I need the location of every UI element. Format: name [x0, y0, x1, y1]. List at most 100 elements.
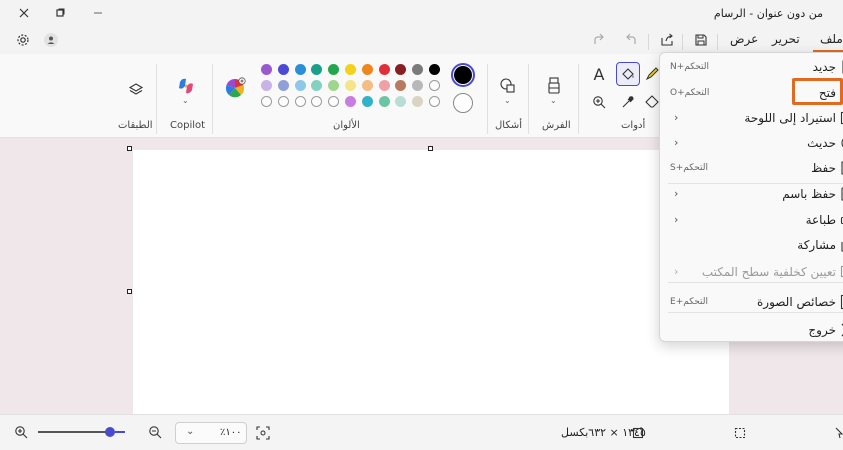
window-title: من دون عنوان - الرسام	[713, 7, 823, 20]
shapes-button[interactable]	[496, 74, 520, 98]
chevron-down-icon[interactable]: ⌄	[182, 96, 189, 105]
gear-icon	[17, 34, 29, 46]
zoom-slider-thumb[interactable]	[105, 427, 115, 437]
color-swatch[interactable]	[294, 64, 306, 75]
selection-size-icon	[734, 427, 746, 439]
shapes-group-label: أشكال	[495, 120, 522, 131]
menu-item-label: استيراد إلى اللوحة	[744, 111, 836, 125]
menu-item-4[interactable]: حديث ›	[660, 131, 843, 156]
minimize-window-button[interactable]	[86, 4, 110, 22]
menu-item-shortcut: التحكم+O	[670, 88, 710, 98]
eraser-tool-button[interactable]	[645, 90, 659, 114]
color-swatch[interactable]	[429, 96, 440, 107]
brush-icon	[548, 77, 560, 94]
edit-colors-button[interactable]	[223, 76, 247, 100]
text-tool-button[interactable]: A	[587, 62, 611, 86]
tab-edit[interactable]: تحرير	[772, 32, 800, 46]
settings-button[interactable]	[12, 30, 34, 50]
color-swatch[interactable]	[395, 96, 407, 107]
quick-save-button[interactable]	[690, 30, 712, 50]
zoom-slider-track[interactable]	[38, 431, 106, 433]
minimize-icon	[94, 12, 102, 14]
color-swatch[interactable]	[429, 64, 440, 75]
color-swatch[interactable]	[395, 64, 407, 75]
menu-item-3[interactable]: استيراد إلى اللوحة ›	[660, 106, 843, 131]
color-swatch[interactable]	[412, 80, 424, 91]
zoom-out-button[interactable]	[148, 425, 162, 439]
tab-file[interactable]: ملف	[820, 32, 843, 46]
color-swatch[interactable]	[378, 64, 390, 75]
undo-button[interactable]	[620, 30, 642, 50]
color-swatch[interactable]	[328, 64, 340, 75]
canvas-size-icon-wrap	[632, 427, 644, 439]
colors-group-label: الألوان	[333, 120, 360, 131]
fill-tool-button[interactable]	[616, 62, 640, 86]
close-window-button[interactable]	[12, 4, 36, 22]
color-swatch[interactable]	[429, 80, 440, 91]
primary-color-button[interactable]	[451, 63, 475, 87]
color-swatch[interactable]	[412, 64, 424, 75]
chevron-down-icon[interactable]: ⌄	[550, 96, 557, 105]
color-swatch[interactable]	[294, 96, 306, 107]
menu-separator	[668, 282, 843, 283]
color-swatch[interactable]	[261, 80, 272, 91]
layers-button[interactable]	[124, 78, 148, 102]
save-icon	[695, 34, 707, 46]
color-swatch[interactable]	[328, 96, 340, 107]
menu-separator	[668, 183, 843, 184]
color-swatch[interactable]	[277, 64, 289, 75]
fit-to-window-button[interactable]	[256, 426, 270, 440]
tab-view[interactable]: عرض	[730, 32, 758, 46]
brushes-button[interactable]	[542, 74, 566, 98]
color-swatch[interactable]	[395, 80, 407, 91]
zoom-in-button[interactable]	[14, 425, 28, 439]
menu-item-11[interactable]: خروج	[660, 318, 843, 343]
color-swatch[interactable]	[361, 96, 373, 107]
menu-item-1[interactable]: جديد التحكم+N	[660, 55, 843, 80]
secondary-color-button[interactable]	[453, 93, 473, 113]
color-swatch[interactable]	[311, 96, 323, 107]
resize-handle[interactable]	[428, 146, 433, 151]
menu-item-5[interactable]: حفظ التحكم+S	[660, 156, 843, 181]
color-swatch[interactable]	[261, 96, 272, 107]
color-picker-tool-button[interactable]	[616, 90, 640, 114]
account-button[interactable]	[40, 30, 62, 50]
color-swatch[interactable]	[277, 80, 289, 91]
zoom-dropdown[interactable]: ⌄ ١٠٠٪	[175, 422, 247, 444]
copilot-button[interactable]	[174, 74, 198, 98]
resize-handle[interactable]	[127, 289, 132, 294]
color-swatch[interactable]	[345, 64, 356, 75]
menu-item-shortcut: التحكم+N	[670, 62, 710, 72]
color-swatch[interactable]	[261, 64, 272, 75]
drawing-canvas[interactable]	[133, 150, 729, 414]
primary-color-swatch	[454, 66, 472, 84]
color-swatch[interactable]	[311, 64, 323, 75]
redo-button[interactable]	[588, 30, 610, 50]
restore-window-button[interactable]	[48, 4, 72, 22]
color-swatch[interactable]	[378, 80, 390, 91]
menu-item-7[interactable]: طباعة ›	[660, 208, 843, 233]
color-swatch[interactable]	[361, 80, 373, 91]
color-swatch[interactable]	[277, 96, 289, 107]
menu-item-6[interactable]: حفظ باسم ›	[660, 182, 843, 207]
menu-item-8[interactable]: مشاركة	[660, 233, 843, 258]
color-swatch[interactable]	[345, 96, 356, 107]
color-swatch[interactable]	[412, 96, 424, 107]
color-palette	[261, 64, 441, 114]
color-swatch[interactable]	[361, 64, 373, 75]
tools-group-label: أدوات	[621, 120, 646, 131]
pencil-tool-button[interactable]	[645, 62, 659, 86]
share-icon	[661, 33, 673, 46]
brushes-group-label: الفرش	[542, 120, 571, 131]
share-button[interactable]	[656, 30, 678, 50]
color-swatch[interactable]	[345, 80, 356, 91]
color-swatch[interactable]	[294, 80, 306, 91]
color-swatch[interactable]	[378, 96, 390, 107]
text-icon: A	[593, 64, 605, 84]
color-swatch[interactable]	[311, 80, 323, 91]
chevron-down-icon[interactable]: ⌄	[504, 96, 511, 105]
color-swatch[interactable]	[328, 80, 340, 91]
magnifier-tool-button[interactable]	[587, 90, 611, 114]
status-bar: ⌄ ١٠٠٪ ١٣٤٥ × ٦٣٢بكسل	[0, 414, 843, 450]
resize-handle[interactable]	[127, 146, 132, 151]
